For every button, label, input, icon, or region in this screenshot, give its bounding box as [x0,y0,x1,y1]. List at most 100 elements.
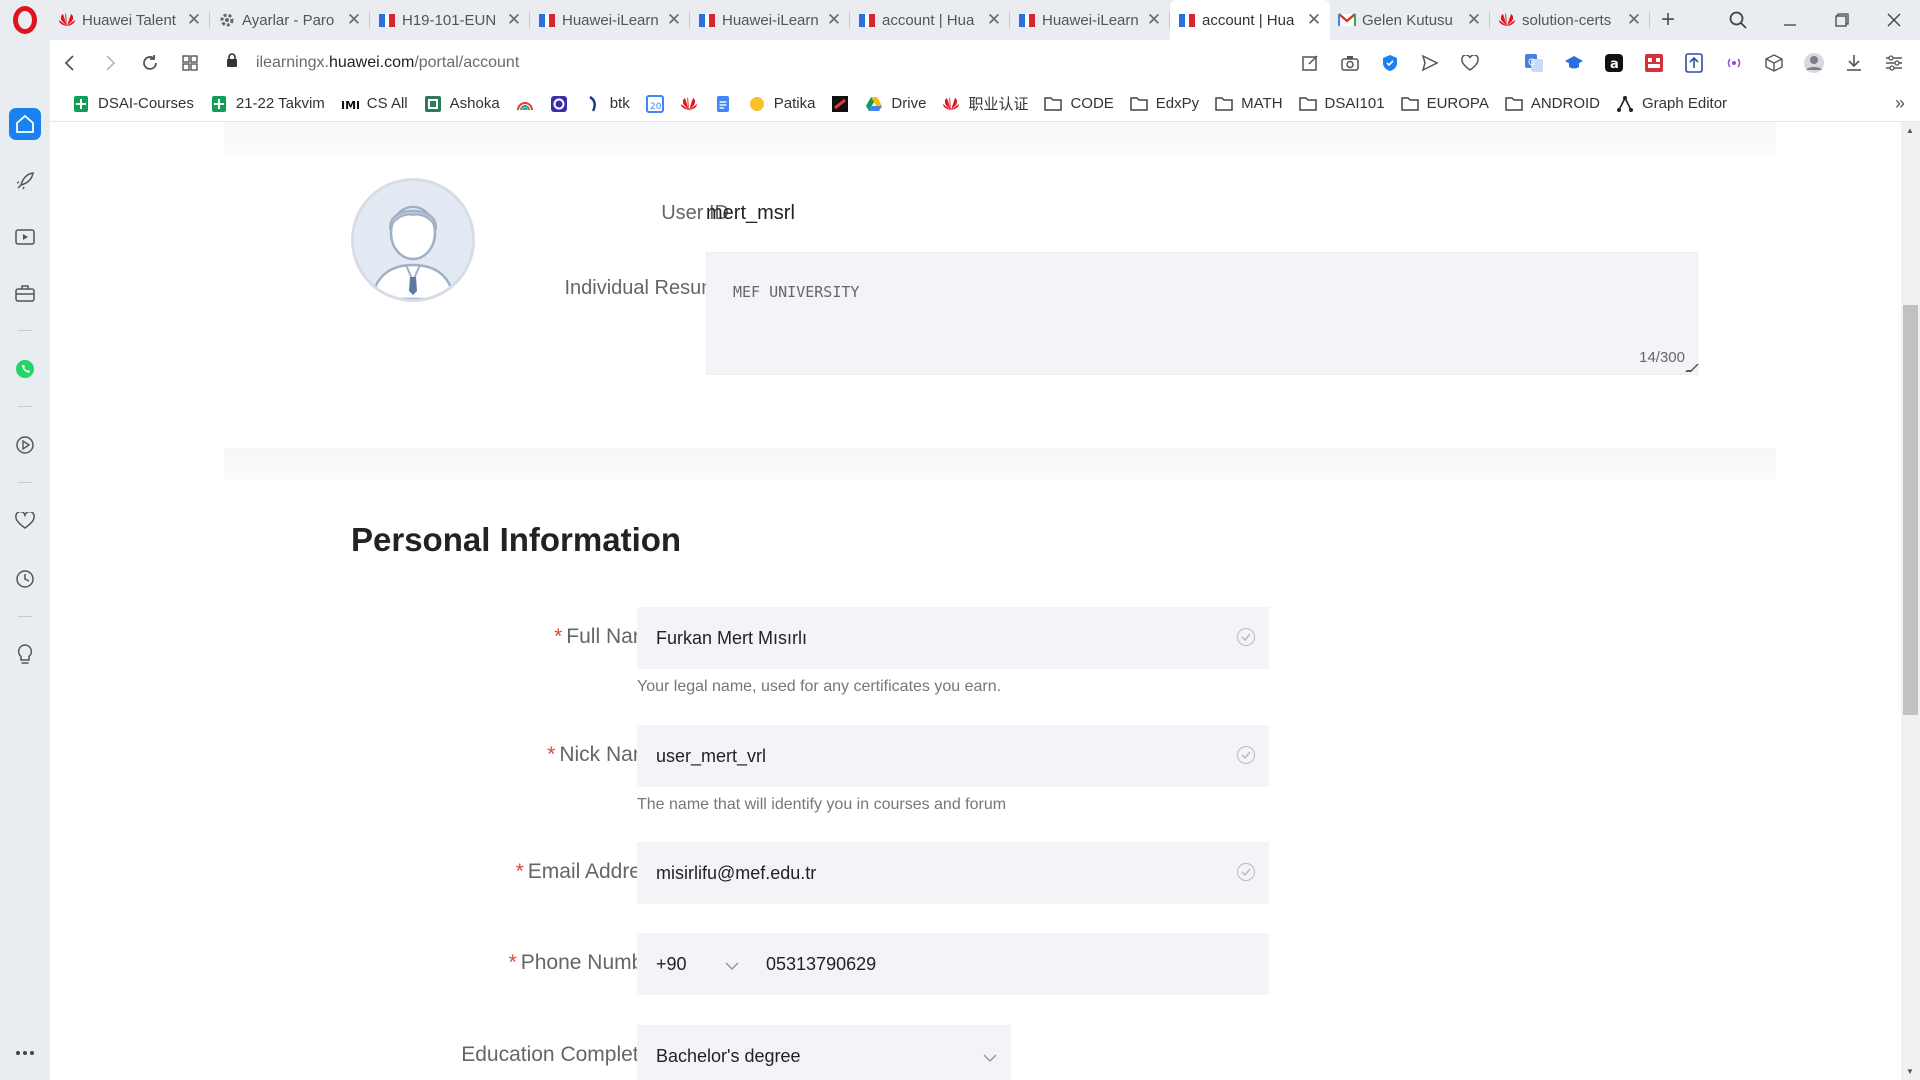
nick-name-field[interactable]: user_mert_vrl [637,725,1269,787]
bookmark-item[interactable]: DSAI101 [1291,90,1393,118]
browser-tab[interactable]: Huawei-iLearn ✕ [1010,0,1170,40]
tab-title: Huawei-iLearn [562,11,659,29]
home-icon[interactable] [9,108,41,140]
close-tab-icon[interactable]: ✕ [666,10,682,30]
required-asterisk: * [547,743,556,766]
close-window-button[interactable] [1868,0,1920,40]
nick-name-value: user_mert_vrl [656,745,767,766]
email-field[interactable]: misirlifu@mef.edu.tr [637,842,1269,904]
easy-setup-icon[interactable] [1874,43,1914,83]
new-tab-button[interactable]: + [1650,0,1686,40]
bookmark-item[interactable]: IML CS All [333,90,416,118]
bookmark-item[interactable]: Drive [857,90,934,118]
bookmark-item[interactable] [706,90,740,118]
folder-icon [1215,95,1233,113]
bookmark-item[interactable]: DSAI-Courses [64,90,202,118]
browser-tab[interactable]: H19-101-EUN ✕ [370,0,530,40]
snapshot-edit-icon[interactable] [1290,43,1330,83]
back-button[interactable] [50,43,90,83]
bookmark-item[interactable] [508,90,542,118]
close-tab-icon[interactable]: ✕ [1626,10,1642,30]
url-field[interactable]: ilearningx. huawei.com/portal/account [226,53,519,73]
bookmark-item[interactable] [542,90,576,118]
player-icon[interactable] [9,221,41,253]
bookmark-item[interactable]: Ashoka [416,90,508,118]
browser-tab[interactable]: Huawei Talent ✕ [50,0,210,40]
tabs-overview-icon[interactable] [170,43,210,83]
lock-icon[interactable] [226,53,238,73]
required-asterisk: * [515,860,524,883]
bookmark-item[interactable] [823,90,857,118]
reload-button[interactable] [130,43,170,83]
close-tab-icon[interactable]: ✕ [986,10,1002,30]
restore-button[interactable] [1816,0,1868,40]
bookmark-item[interactable]: CODE [1036,90,1121,118]
browser-tab[interactable]: solution-certs ✕ [1490,0,1650,40]
education-select[interactable]: Bachelor's degree [637,1025,1011,1080]
translate-extension-icon[interactable]: G [1514,43,1554,83]
heart-icon[interactable] [9,505,41,537]
close-tab-icon[interactable]: ✕ [826,10,842,30]
bookmark-item[interactable]: EdxPy [1122,90,1207,118]
forward-button[interactable] [90,43,130,83]
scroll-up-arrow-icon[interactable]: ▲ [1906,126,1914,135]
close-tab-icon[interactable]: ✕ [506,10,522,30]
bookmark-item[interactable]: Patika [740,90,824,118]
radio-extension-icon[interactable] [1714,43,1754,83]
minimize-button[interactable] [1764,0,1816,40]
country-code-select[interactable]: +90 [637,933,747,995]
resize-handle[interactable] [1685,364,1699,372]
scroll-down-arrow-icon[interactable]: ▼ [1906,1067,1914,1076]
more-options-icon[interactable] [9,1037,41,1069]
bookmark-item[interactable] [672,90,706,118]
close-tab-icon[interactable]: ✕ [346,10,362,30]
close-tab-icon[interactable]: ✕ [1146,10,1162,30]
phone-number-value: 05313790629 [766,953,877,974]
bookmark-label: Drive [891,95,927,112]
bookmark-item[interactable]: 职业认证 [934,90,1036,118]
send-icon[interactable] [1410,43,1450,83]
cube-extension-icon[interactable] [1754,43,1794,83]
lightbulb-icon[interactable] [9,639,41,671]
red-grid-extension-icon[interactable] [1634,43,1674,83]
user-avatar[interactable] [351,178,475,302]
play-circle-icon[interactable] [9,429,41,461]
search-tabs-icon[interactable] [1712,0,1764,40]
bookmark-item[interactable]: 21-22 Takvim [202,90,333,118]
full-name-field[interactable]: Furkan Mert Mısırlı [637,607,1269,669]
browser-tab[interactable]: account | Hua ✕ [1170,0,1330,40]
page-scrollbar[interactable]: ▲ ▼ [1901,122,1920,1080]
bookmark-item[interactable]: MATH [1207,90,1290,118]
briefcase-icon[interactable] [9,277,41,309]
heart-icon[interactable] [1450,43,1490,83]
bookmark-item[interactable]: ANDROID [1497,90,1608,118]
camera-icon[interactable] [1330,43,1370,83]
close-tab-icon[interactable]: ✕ [186,10,202,30]
shield-icon[interactable] [1370,43,1410,83]
history-icon[interactable] [9,563,41,595]
bookmark-item[interactable]: 20 [638,90,672,118]
scrollbar-thumb[interactable] [1903,305,1918,715]
upload-extension-icon[interactable] [1674,43,1714,83]
bookmark-item[interactable]: Graph Editor [1608,90,1735,118]
resume-textarea[interactable]: MEF UNIVERSITY 14/300 [706,252,1699,375]
browser-tab[interactable]: Ayarlar - Paro ✕ [210,0,370,40]
bookmark-item[interactable]: EUROPA [1393,90,1497,118]
a-extension-icon[interactable]: a [1594,43,1634,83]
profile-avatar-icon[interactable] [1794,43,1834,83]
bookmark-label: 21-22 Takvim [235,95,325,112]
close-tab-icon[interactable]: ✕ [1466,10,1482,30]
opera-logo-icon[interactable] [0,0,50,40]
close-tab-icon[interactable]: ✕ [1306,10,1322,30]
whatsapp-icon[interactable] [9,353,41,385]
browser-tab[interactable]: Huawei-iLearn ✕ [530,0,690,40]
download-icon[interactable] [1834,43,1874,83]
bookmarks-overflow-icon[interactable]: » [1880,93,1920,114]
graduation-extension-icon[interactable] [1554,43,1594,83]
browser-tab[interactable]: account | Hua ✕ [850,0,1010,40]
bookmark-item[interactable]: btk [576,90,638,118]
rocket-icon[interactable] [9,165,41,197]
resume-text: MEF UNIVERSITY [733,283,860,301]
browser-tab[interactable]: Gelen Kutusu ✕ [1330,0,1490,40]
browser-tab[interactable]: Huawei-iLearn ✕ [690,0,850,40]
